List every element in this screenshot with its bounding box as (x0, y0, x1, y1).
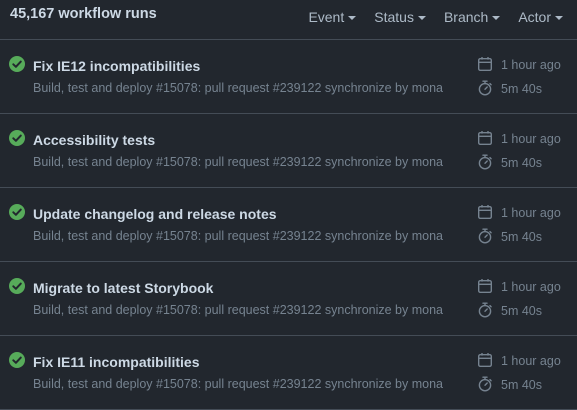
workflow-run-row[interactable]: Fix IE12 incompatibilities Build, test an… (0, 40, 577, 114)
run-time-ago: 1 hour ago (501, 132, 561, 146)
caret-down-icon (492, 15, 501, 20)
caret-down-icon (555, 15, 563, 20)
stopwatch-icon (477, 154, 493, 170)
run-duration: 5m 40s (501, 230, 542, 244)
workflow-run-description: Build, test and deploy #15078: pull requ… (33, 303, 444, 317)
calendar-icon (477, 56, 493, 72)
filter-actor-dropdown[interactable]: Actor (518, 9, 563, 25)
check-circle-fill-icon (9, 204, 25, 220)
caret-down-icon (417, 15, 426, 20)
check-circle-fill-icon (9, 352, 25, 368)
workflow-run-title-link[interactable]: Update changelog and release notes (33, 206, 277, 222)
workflow-run-description: Build, test and deploy #15078: pull requ… (33, 377, 444, 391)
workflow-run-title-link[interactable]: Fix IE11 incompatibilities (33, 354, 200, 370)
calendar-icon (477, 204, 493, 220)
run-duration: 5m 40s (501, 378, 542, 392)
calendar-icon (477, 278, 493, 294)
stopwatch-icon (477, 376, 493, 392)
calendar-icon (477, 130, 493, 146)
workflow-run-row[interactable]: Migrate to latest Storybook Build, test a… (0, 262, 577, 336)
run-time-ago: 1 hour ago (501, 206, 561, 220)
filter-bar: Event Status Branch Actor (308, 9, 563, 25)
workflow-run-description: Build, test and deploy #15078: pull requ… (33, 155, 444, 169)
workflow-run-title-link[interactable]: Accessibility tests (33, 132, 155, 148)
run-time-ago: 1 hour ago (501, 354, 561, 368)
stopwatch-icon (477, 80, 493, 96)
filter-label: Status (374, 9, 414, 25)
workflow-run-row[interactable]: Accessibility tests Build, test and deplo… (0, 114, 577, 188)
workflow-run-title-link[interactable]: Fix IE12 incompatibilities (33, 58, 200, 74)
workflow-run-count: 45,167 workflow runs (10, 6, 157, 22)
run-time-ago: 1 hour ago (501, 58, 561, 72)
check-circle-fill-icon (9, 130, 25, 146)
filter-event-dropdown[interactable]: Event (308, 9, 357, 25)
run-duration: 5m 40s (501, 304, 542, 318)
filter-label: Actor (518, 9, 551, 25)
runs-header: 45,167 workflow runs Event Status Branch… (0, 0, 577, 40)
check-circle-fill-icon (9, 278, 25, 294)
run-duration: 5m 40s (501, 82, 542, 96)
workflow-run-row[interactable]: Update changelog and release notes Build,… (0, 188, 577, 262)
filter-status-dropdown[interactable]: Status (374, 9, 426, 25)
caret-down-icon (348, 15, 357, 20)
filter-label: Event (308, 9, 345, 25)
filter-branch-dropdown[interactable]: Branch (443, 9, 501, 25)
workflow-run-row[interactable]: Fix IE11 incompatibilities Build, test an… (0, 336, 577, 410)
run-duration: 5m 40s (501, 156, 542, 170)
calendar-icon (477, 352, 493, 368)
workflow-run-description: Build, test and deploy #15078: pull requ… (33, 229, 444, 243)
run-time-ago: 1 hour ago (501, 280, 561, 294)
workflow-run-description: Build, test and deploy #15078: pull requ… (33, 81, 444, 95)
stopwatch-icon (477, 302, 493, 318)
check-circle-fill-icon (9, 56, 25, 72)
stopwatch-icon (477, 228, 493, 244)
workflow-run-title-link[interactable]: Migrate to latest Storybook (33, 280, 213, 296)
filter-label: Branch (443, 9, 489, 25)
